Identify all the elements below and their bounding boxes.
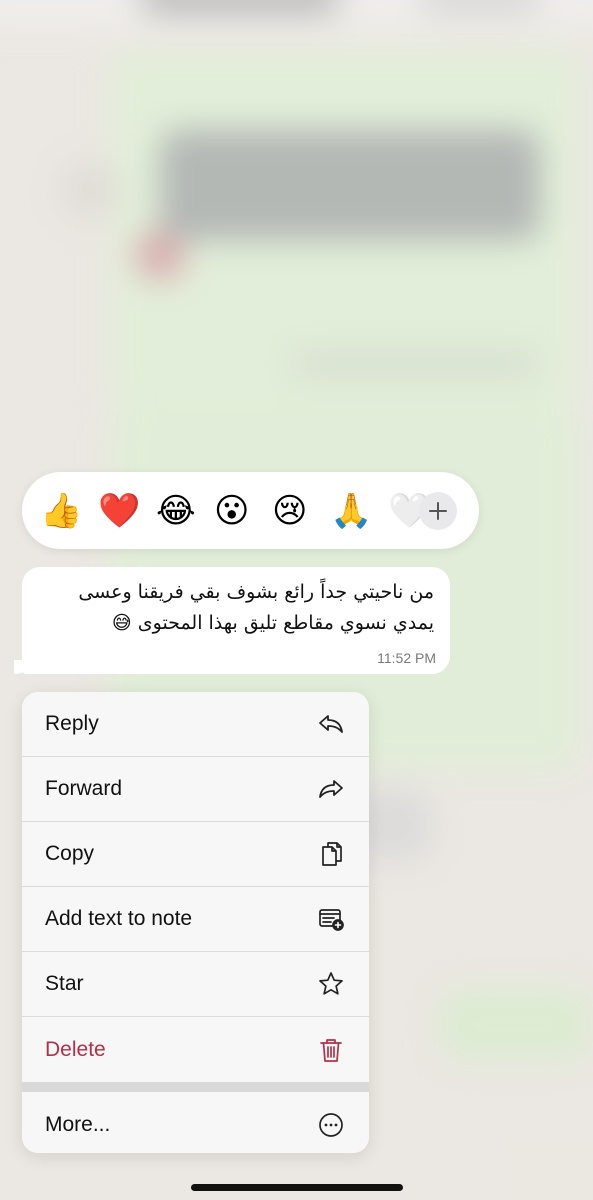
menu-item-reply[interactable]: Reply [22, 692, 369, 757]
copy-icon [317, 840, 345, 868]
menu-item-label: Reply [45, 712, 99, 735]
reaction-crying[interactable]: 😢 [272, 494, 330, 528]
message-context-menu: Reply Forward Copy Add text to note Star… [22, 692, 369, 1153]
message-text-line-2: يمدي نسوي مقاطع تليق بهذا المحتوى 😅 [111, 612, 434, 634]
home-indicator[interactable] [191, 1184, 403, 1191]
menu-item-copy[interactable]: Copy [22, 822, 369, 887]
star-icon [317, 970, 345, 998]
reaction-laughing[interactable]: 😂 [156, 494, 214, 528]
forward-icon [317, 775, 345, 803]
trash-icon [317, 1036, 345, 1064]
menu-item-more[interactable]: More... [22, 1092, 369, 1153]
message-bubble[interactable]: من ناحيتي جداً رائع بشوف بقي فريقنا وعسى… [22, 567, 450, 674]
message-timestamp: 11:52 PM [377, 650, 436, 666]
reaction-heart[interactable]: ❤️ [98, 494, 156, 528]
menu-item-add-text-to-note[interactable]: Add text to note [22, 887, 369, 952]
menu-item-delete[interactable]: Delete [22, 1017, 369, 1082]
more-icon [317, 1111, 345, 1139]
menu-separator [22, 1082, 369, 1092]
menu-item-star[interactable]: Star [22, 952, 369, 1017]
reaction-praying[interactable]: 🙏 [330, 494, 388, 528]
reaction-bar: 👍 ❤️ 😂 😮 😢 🙏 🤍 [22, 472, 479, 549]
menu-item-label: Copy [45, 842, 95, 865]
reaction-white-heart-partial[interactable]: 🤍 [388, 494, 430, 528]
plus-icon [429, 502, 447, 520]
message-text-line-1: من ناحيتي جداً رائع بشوف بقي فريقنا وعسى [78, 581, 434, 603]
reaction-thumbs-up[interactable]: 👍 [40, 494, 98, 528]
reply-icon [317, 710, 345, 738]
menu-item-forward[interactable]: Forward [22, 757, 369, 822]
reaction-surprised[interactable]: 😮 [214, 494, 272, 528]
menu-item-label: Star [45, 972, 84, 995]
more-reactions-button[interactable] [419, 492, 457, 530]
add-to-note-icon [317, 905, 345, 933]
menu-item-label: Add text to note [45, 907, 193, 930]
menu-item-label: Forward [45, 777, 123, 800]
menu-item-label: Delete [45, 1037, 106, 1061]
menu-item-label: More... [45, 1112, 111, 1136]
